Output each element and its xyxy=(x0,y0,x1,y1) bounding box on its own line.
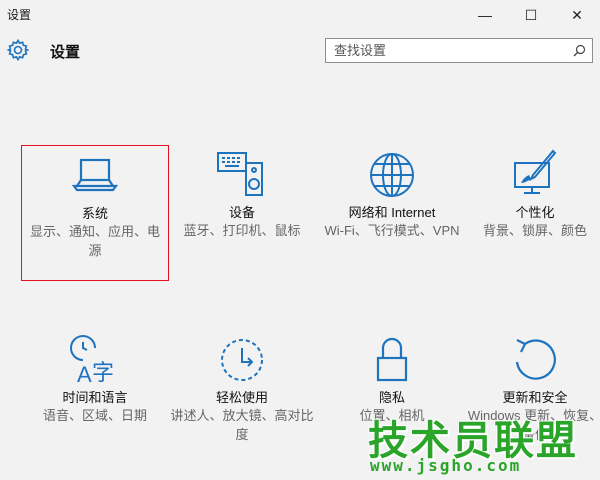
watermark-url: www.jsgho.com xyxy=(370,456,522,475)
tile-description: 语音、区域、日期 xyxy=(42,408,147,423)
window-title: 设置 xyxy=(7,8,32,22)
personalization-icon xyxy=(514,149,557,194)
tile-time-language[interactable]: A 字 时间和语言 语音、区域、日期 xyxy=(21,330,169,466)
title-bar: 设置 — ☐ ✕ xyxy=(0,0,600,30)
tile-title: 个性化 xyxy=(515,205,555,220)
search-input[interactable] xyxy=(334,41,562,60)
tile-description: 讲述人、放大镜、高对比度 xyxy=(170,408,314,442)
tile-title: 轻松使用 xyxy=(215,390,268,405)
laptop-icon xyxy=(71,158,119,192)
tile-title: 设备 xyxy=(228,205,255,220)
minimize-button[interactable]: — xyxy=(462,0,508,30)
devices-icon xyxy=(217,152,263,196)
watermark: 技术员联盟 www.jsgho.com xyxy=(368,408,600,480)
tile-title: 网络和 Internet xyxy=(348,205,436,220)
tile-personalization[interactable]: 个性化 背景、锁屏、颜色 xyxy=(461,145,600,281)
lock-icon xyxy=(376,337,408,382)
tile-description: 背景、锁屏、颜色 xyxy=(482,223,587,238)
tile-devices[interactable]: 设备 蓝牙、打印机、鼠标 xyxy=(168,145,316,281)
svg-text:字: 字 xyxy=(92,361,114,386)
tile-network[interactable]: 网络和 Internet Wi-Fi、飞行模式、VPN xyxy=(318,145,466,281)
close-button[interactable]: ✕ xyxy=(554,0,600,30)
tile-description: 显示、通知、应用、电源 xyxy=(29,224,160,258)
tile-title: 时间和语言 xyxy=(62,390,128,405)
page-title: 设置 xyxy=(50,44,81,61)
tile-system[interactable]: 系统 显示、通知、应用、电源 xyxy=(21,145,169,281)
globe-icon xyxy=(370,153,414,197)
maximize-button[interactable]: ☐ xyxy=(508,0,554,30)
search-box[interactable] xyxy=(325,38,593,63)
refresh-icon xyxy=(515,339,556,380)
tile-ease-of-access[interactable]: 轻松使用 讲述人、放大镜、高对比度 xyxy=(168,330,316,466)
tile-title: 系统 xyxy=(81,206,108,221)
tile-title: 隐私 xyxy=(378,390,405,405)
ease-of-access-icon xyxy=(221,339,263,381)
search-icon[interactable] xyxy=(573,44,586,57)
tile-title: 更新和安全 xyxy=(502,390,568,405)
time-language-icon: A 字 xyxy=(70,335,114,386)
tile-description: Wi-Fi、飞行模式、VPN xyxy=(324,223,460,238)
svg-text:A: A xyxy=(77,362,92,386)
tile-description: 蓝牙、打印机、鼠标 xyxy=(183,223,301,238)
gear-icon xyxy=(6,38,30,62)
